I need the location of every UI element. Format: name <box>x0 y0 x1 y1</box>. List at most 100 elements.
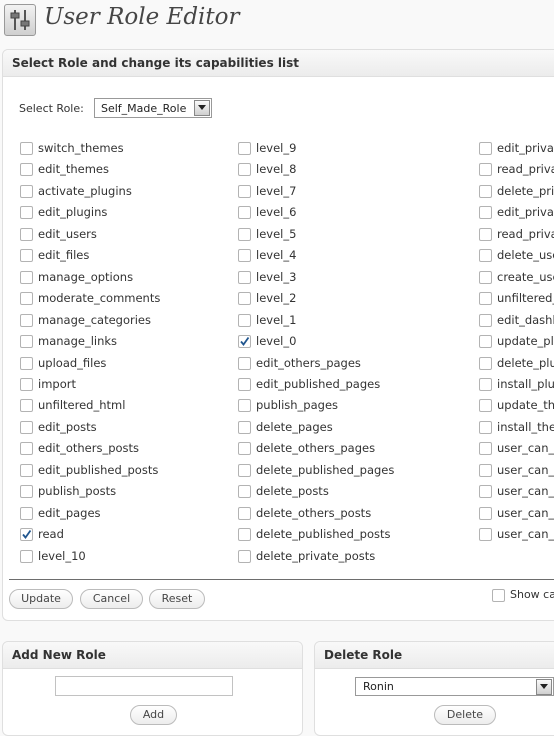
capability-checkbox[interactable] <box>479 185 492 198</box>
capability-checkbox[interactable] <box>238 292 251 305</box>
capabilities-panel: Select Role and change its capabilities … <box>2 49 554 621</box>
select-role-label: Select Role: <box>19 102 84 115</box>
capability-checkbox[interactable] <box>479 442 492 455</box>
dropdown-arrow-icon[interactable] <box>536 679 552 695</box>
capability-checkbox[interactable] <box>238 335 251 348</box>
capability-checkbox[interactable] <box>20 399 33 412</box>
capability-checkbox[interactable] <box>20 228 33 241</box>
capability-checkbox[interactable] <box>479 464 492 477</box>
delete-role-heading: Delete Role <box>315 642 554 669</box>
divider <box>9 579 554 580</box>
capability-checkbox[interactable] <box>479 163 492 176</box>
capability-checkbox[interactable] <box>20 442 33 455</box>
capability-label: edit_privat <box>497 141 554 155</box>
capability-label: edit_published_posts <box>38 463 159 477</box>
capability-checkbox[interactable] <box>20 485 33 498</box>
capability-label: delete_others_pages <box>256 441 376 455</box>
capability-checkbox[interactable] <box>20 292 33 305</box>
capability-checkbox[interactable] <box>238 399 251 412</box>
capability-checkbox[interactable] <box>479 528 492 541</box>
capability-checkbox[interactable] <box>238 357 251 370</box>
delete-role-select[interactable]: Ronin <box>355 677 554 696</box>
cancel-button[interactable]: Cancel <box>80 589 143 609</box>
settings-sliders-icon <box>4 4 36 36</box>
delete-role-button[interactable]: Delete <box>434 705 496 725</box>
capability-checkbox[interactable] <box>479 507 492 520</box>
capability-checkbox[interactable] <box>479 292 492 305</box>
reset-button[interactable]: Reset <box>149 589 205 609</box>
capability-checkbox[interactable] <box>20 314 33 327</box>
dropdown-arrow-icon[interactable] <box>194 100 210 116</box>
capability-label: edit_posts <box>38 420 97 434</box>
capability-checkbox[interactable] <box>238 507 251 520</box>
capability-checkbox[interactable] <box>20 142 33 155</box>
capability-checkbox[interactable] <box>238 142 251 155</box>
capability-checkbox[interactable] <box>479 335 492 348</box>
role-select-value: Self_Made_Role <box>101 102 187 115</box>
capability-label: edit_dashb <box>497 313 554 327</box>
capability-checkbox[interactable] <box>479 421 492 434</box>
capability-checkbox[interactable] <box>479 249 492 262</box>
capability-checkbox[interactable] <box>238 528 251 541</box>
capability-checkbox[interactable] <box>479 399 492 412</box>
capability-checkbox[interactable] <box>20 528 33 541</box>
capability-checkbox[interactable] <box>238 464 251 477</box>
capability-label: edit_files <box>38 248 90 262</box>
capability-label: edit_published_pages <box>256 377 381 391</box>
capability-checkbox[interactable] <box>20 357 33 370</box>
show-capabilities-label: Show ca <box>510 588 554 601</box>
capability-checkbox[interactable] <box>238 442 251 455</box>
capability-checkbox[interactable] <box>238 185 251 198</box>
capability-checkbox[interactable] <box>20 249 33 262</box>
capability-checkbox[interactable] <box>20 185 33 198</box>
capability-checkbox[interactable] <box>238 206 251 219</box>
capability-label: level_10 <box>38 549 86 563</box>
capability-label: delete_private_posts <box>256 549 376 563</box>
capability-checkbox[interactable] <box>238 249 251 262</box>
capability-label: user_can_ <box>497 441 554 455</box>
capability-checkbox[interactable] <box>479 271 492 284</box>
add-role-button[interactable]: Add <box>130 705 177 725</box>
update-button[interactable]: Update <box>9 589 73 609</box>
capability-label: level_1 <box>256 313 297 327</box>
capability-label: delete_pages <box>256 420 333 434</box>
capability-checkbox[interactable] <box>20 163 33 176</box>
capability-label: user_can_ <box>497 506 554 520</box>
capability-label: edit_plugins <box>38 205 108 219</box>
capability-checkbox[interactable] <box>20 464 33 477</box>
capability-checkbox[interactable] <box>479 357 492 370</box>
capability-checkbox[interactable] <box>20 550 33 563</box>
capability-label: install_plu <box>497 377 554 391</box>
capability-checkbox[interactable] <box>479 485 492 498</box>
capability-checkbox[interactable] <box>20 206 33 219</box>
capability-checkbox[interactable] <box>238 314 251 327</box>
capability-label: level_4 <box>256 248 297 262</box>
capability-checkbox[interactable] <box>479 142 492 155</box>
capability-checkbox[interactable] <box>238 271 251 284</box>
capability-checkbox[interactable] <box>238 163 251 176</box>
capability-checkbox[interactable] <box>20 271 33 284</box>
capability-label: edit_privat <box>497 205 554 219</box>
capability-checkbox[interactable] <box>238 485 251 498</box>
capability-checkbox[interactable] <box>479 228 492 241</box>
capability-checkbox[interactable] <box>479 378 492 391</box>
capability-checkbox[interactable] <box>238 421 251 434</box>
capability-checkbox[interactable] <box>20 421 33 434</box>
show-capabilities-checkbox[interactable] <box>492 589 505 602</box>
capability-checkbox[interactable] <box>479 206 492 219</box>
capability-label: update_plu <box>497 334 554 348</box>
capability-label: edit_users <box>38 227 97 241</box>
capability-checkbox[interactable] <box>238 378 251 391</box>
role-select[interactable]: Self_Made_Role <box>94 98 212 118</box>
capability-checkbox[interactable] <box>479 314 492 327</box>
capability-label: user_can_ <box>497 463 554 477</box>
new-role-input[interactable] <box>55 676 233 696</box>
capability-checkbox[interactable] <box>20 378 33 391</box>
capability-checkbox[interactable] <box>238 550 251 563</box>
capability-checkbox[interactable] <box>238 228 251 241</box>
capability-checkbox[interactable] <box>20 507 33 520</box>
capability-label: level_8 <box>256 162 297 176</box>
capability-checkbox[interactable] <box>20 335 33 348</box>
capability-label: manage_options <box>38 270 134 284</box>
capability-label: edit_others_pages <box>256 356 361 370</box>
